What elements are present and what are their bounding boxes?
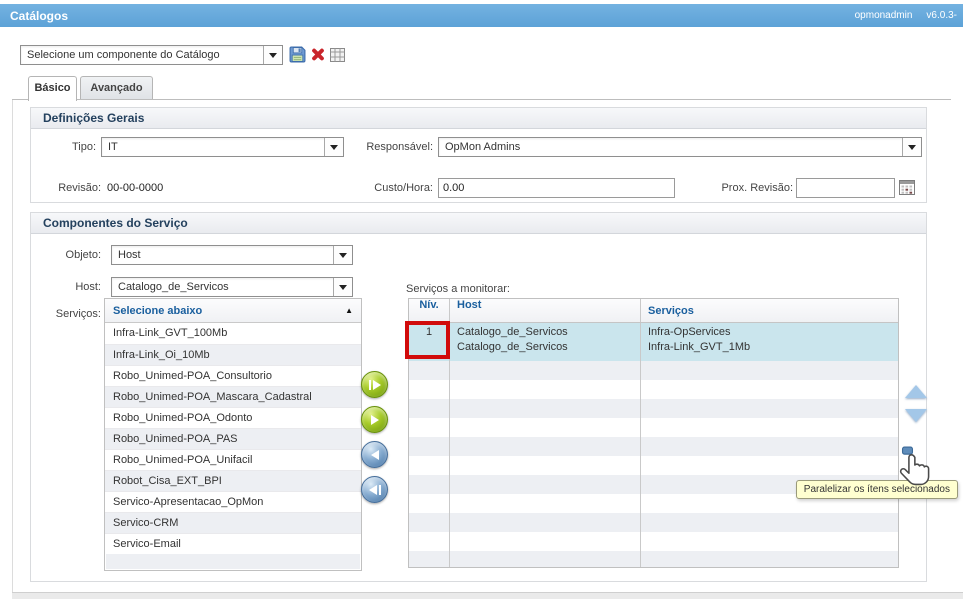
chevron-down-icon[interactable]	[333, 246, 352, 264]
service-list-item[interactable]: Robo_Unimed-POA_Mascara_Cadastral	[105, 386, 361, 407]
catalog-page: Catálogos opmonadmin v6.0.3- Selecione u…	[0, 0, 963, 599]
service-list-item[interactable]: Servico-Apresentacao_OpMon	[105, 491, 361, 512]
tab-divider	[12, 99, 951, 100]
left-arrow-icon	[369, 485, 377, 495]
prox-revisao-field[interactable]	[796, 178, 895, 198]
service-list-footer	[106, 554, 360, 569]
tab-basico-label: Básico	[34, 82, 70, 94]
logged-user: opmonadmin	[855, 10, 913, 21]
tooltip: Paralelizar os ítens selecionados	[796, 480, 958, 499]
move-down-icon[interactable]	[905, 409, 927, 422]
app-version: v6.0.3-	[926, 10, 957, 21]
servicos-cell: Infra-OpServicesInfra-Link_GVT_1Mb	[641, 323, 898, 361]
monitor-table-empty-row	[409, 399, 898, 418]
service-list-item[interactable]: Servico-Email	[105, 533, 361, 554]
monitor-table-empty-row	[409, 551, 898, 568]
objeto-select-value: Host	[112, 246, 333, 264]
service-list-item[interactable]: Infra-Link_GVT_100Mb	[105, 323, 361, 344]
catalog-component-select[interactable]: Selecione um componente do Catálogo	[20, 45, 283, 65]
service-list-items: Infra-Link_GVT_100MbInfra-Link_Oi_10MbRo…	[105, 323, 361, 554]
monitor-table-empty-row	[409, 361, 898, 380]
service-list-item[interactable]: Infra-Link_Oi_10Mb	[105, 344, 361, 365]
catalog-component-select-value: Selecione um componente do Catálogo	[21, 46, 263, 64]
service-list-item[interactable]: Robot_Cisa_EXT_BPI	[105, 470, 361, 491]
tipo-label: Tipo:	[31, 141, 96, 153]
move-left-button[interactable]	[361, 441, 388, 468]
chevron-down-icon[interactable]	[902, 138, 921, 156]
revisao-value: 00-00-0000	[107, 182, 163, 194]
page-footer	[12, 592, 963, 599]
service-list-header[interactable]: Selecione abaixo ▲	[105, 299, 361, 323]
host-cell: Catalogo_de_ServicosCatalogo_de_Servicos	[450, 323, 641, 361]
chevron-down-icon[interactable]	[263, 46, 282, 64]
left-arrow-icon	[371, 450, 379, 460]
annotation-highlight-box	[405, 321, 450, 359]
chevron-down-icon[interactable]	[324, 138, 343, 156]
monitor-table-empty-row	[409, 437, 898, 456]
save-icon[interactable]	[289, 46, 306, 68]
general-settings-section: Definições Gerais Tipo: IT Responsável: …	[30, 107, 927, 203]
monitor-table-empty-row	[409, 456, 898, 475]
responsavel-select-value: OpMon Admins	[439, 138, 902, 156]
page-title: Catálogos	[10, 9, 68, 23]
custo-hora-field[interactable]	[438, 178, 675, 198]
right-arrow-icon	[371, 415, 379, 425]
monitor-table-empty-row	[409, 418, 898, 437]
move-right-button[interactable]	[361, 406, 388, 433]
page-border	[12, 99, 13, 592]
monitor-table-body: 1Catalogo_de_ServicosCatalogo_de_Servico…	[409, 323, 898, 568]
tab-avancado[interactable]: Avançado	[80, 76, 153, 100]
service-list-item[interactable]: Robo_Unimed-POA_PAS	[105, 428, 361, 449]
service-list-item[interactable]: Robo_Unimed-POA_Unifacil	[105, 449, 361, 470]
delete-icon[interactable]	[310, 47, 325, 62]
monitor-table-row[interactable]: 1Catalogo_de_ServicosCatalogo_de_Servico…	[409, 323, 898, 361]
tab-basico[interactable]: Básico	[28, 76, 77, 101]
tipo-select[interactable]: IT	[101, 137, 344, 157]
host-label: Host:	[39, 281, 101, 293]
custo-hora-label: Custo/Hora:	[361, 182, 433, 194]
objeto-select[interactable]: Host	[111, 245, 353, 265]
move-all-right-button[interactable]	[361, 371, 388, 398]
monitor-table-label: Serviços a monitorar:	[406, 283, 510, 295]
tipo-select-value: IT	[102, 138, 324, 156]
sort-asc-icon[interactable]: ▲	[345, 306, 353, 315]
prox-revisao-label: Prox. Revisão:	[719, 182, 793, 194]
host-select-value: Catalogo_de_Servicos	[112, 278, 333, 296]
responsavel-label: Responsável:	[361, 141, 433, 153]
column-niv[interactable]: Nív.	[409, 299, 450, 322]
service-components-section: Componentes do Serviço Objeto: Host Host…	[30, 212, 927, 582]
hand-cursor-icon	[898, 446, 932, 497]
service-list-item[interactable]: Robo_Unimed-POA_Odonto	[105, 407, 361, 428]
title-bar: Catálogos opmonadmin v6.0.3-	[0, 4, 963, 27]
calendar-icon[interactable]	[899, 180, 915, 200]
objeto-label: Objeto:	[39, 249, 101, 261]
servicos-label: Serviços:	[39, 308, 101, 320]
responsavel-select[interactable]: OpMon Admins	[438, 137, 922, 157]
monitor-table-empty-row	[409, 532, 898, 551]
move-up-icon[interactable]	[905, 385, 927, 398]
revisao-label: Revisão:	[39, 182, 101, 194]
table-copy-icon[interactable]	[330, 48, 345, 67]
move-all-left-button[interactable]	[361, 476, 388, 503]
service-list-item[interactable]: Robo_Unimed-POA_Consultorio	[105, 365, 361, 386]
chevron-down-icon[interactable]	[333, 278, 352, 296]
monitor-table-header: Nív. Host Serviços	[409, 299, 898, 323]
service-list-header-label: Selecione abaixo	[113, 305, 202, 317]
move-all-left-icon	[379, 485, 381, 495]
move-all-right-icon	[369, 380, 371, 390]
monitor-table-empty-row	[409, 380, 898, 399]
general-settings-header: Definições Gerais	[31, 108, 926, 129]
monitor-table-empty-row	[409, 513, 898, 532]
service-list-item[interactable]: Servico-CRM	[105, 512, 361, 533]
monitor-table: Nív. Host Serviços 1Catalogo_de_Servicos…	[408, 298, 899, 568]
column-servicos[interactable]: Serviços	[641, 305, 898, 317]
service-components-header: Componentes do Serviço	[31, 213, 926, 234]
column-host[interactable]: Host	[450, 299, 641, 322]
tab-avancado-label: Avançado	[90, 82, 142, 94]
host-select[interactable]: Catalogo_de_Servicos	[111, 277, 353, 297]
right-arrow-icon	[373, 380, 381, 390]
service-list: Selecione abaixo ▲ Infra-Link_GVT_100MbI…	[104, 298, 362, 571]
